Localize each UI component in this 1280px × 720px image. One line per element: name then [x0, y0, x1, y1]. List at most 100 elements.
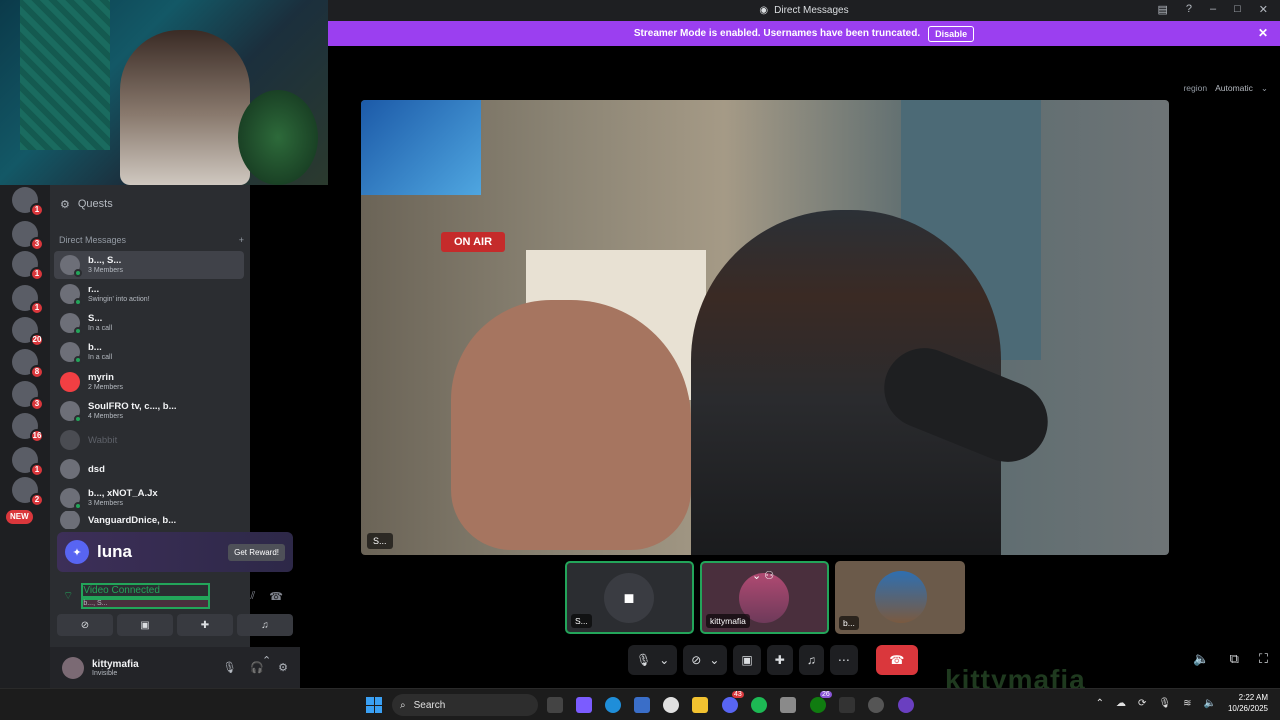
server-icon[interactable]: 1: [12, 187, 44, 217]
xbox-icon[interactable]: [810, 697, 826, 713]
screen-share-icon: ▣: [741, 653, 753, 667]
server-icon[interactable]: 2: [12, 477, 44, 507]
sync-icon[interactable]: ⟳: [1138, 698, 1146, 709]
server-icon[interactable]: 16: [12, 413, 44, 443]
spotify-icon[interactable]: [751, 697, 767, 713]
dm-subtitle: 2 Members: [88, 384, 124, 391]
promo-banner[interactable]: ✦ luna Get Reward!: [57, 532, 293, 572]
copilot-icon[interactable]: [576, 697, 592, 713]
dm-subtitle: In a call: [88, 325, 113, 332]
store-icon[interactable]: [634, 697, 650, 713]
start-button[interactable]: [366, 697, 382, 713]
date: 10/26/2025: [1227, 704, 1268, 713]
participant-tile[interactable]: ⌄ ⚇ kittymafia: [700, 561, 829, 634]
create-dm-icon[interactable]: +: [239, 235, 244, 245]
participant-label: kittymafia: [706, 614, 750, 628]
quests-label: Quests: [77, 198, 113, 210]
minimize-icon[interactable]: –: [1210, 3, 1216, 16]
region-value: Automatic: [1215, 83, 1253, 93]
inbox-icon[interactable]: ▤: [1157, 3, 1167, 16]
volume-icon[interactable]: 🔈: [1193, 651, 1209, 667]
hang-up-icon: ☎: [889, 653, 905, 667]
avatar: [60, 342, 82, 364]
settings-gear-icon[interactable]: ⚙: [278, 661, 288, 674]
camera-button[interactable]: ⊘ ⌄: [683, 645, 728, 675]
server-icon[interactable]: 1: [12, 285, 44, 315]
app-icon[interactable]: [868, 697, 884, 713]
chevron-up-icon[interactable]: ⌃: [1096, 698, 1104, 709]
xbox-badge: 26: [820, 691, 832, 698]
server-icon[interactable]: 1: [12, 447, 44, 477]
soundboard-button[interactable]: ♫: [798, 645, 824, 675]
discord-icon[interactable]: [722, 697, 738, 713]
disable-streamer-mode-button[interactable]: Disable: [928, 25, 975, 42]
notification-badge: 3: [30, 237, 44, 251]
dm-subtitle: 4 Members: [88, 413, 124, 420]
epic-games-icon[interactable]: [839, 697, 855, 713]
participant-avatar: [875, 571, 927, 623]
task-view-icon[interactable]: [547, 697, 563, 713]
participant-tile[interactable]: ■ S...: [565, 561, 694, 634]
server-icon[interactable]: 8: [12, 349, 44, 379]
dm-name: dsd: [88, 463, 105, 475]
online-status-icon: [74, 327, 82, 335]
region-selector[interactable]: region Automatic ⌄: [1183, 83, 1268, 94]
server-icon[interactable]: 1: [12, 251, 44, 281]
app-icon[interactable]: [898, 697, 914, 713]
file-explorer-icon[interactable]: [692, 697, 708, 713]
chevron-up-icon[interactable]: ⌃: [262, 654, 271, 667]
dm-item[interactable]: r... Swingin' into action!: [54, 280, 244, 308]
edge-icon[interactable]: [605, 697, 621, 713]
settings-icon[interactable]: [780, 697, 796, 713]
clock[interactable]: 2:22 AM 10/26/2025: [1228, 692, 1268, 714]
avatar: [60, 430, 80, 450]
acoustic-panel: [20, 0, 110, 150]
notification-badge: 1: [30, 203, 44, 217]
dm-item[interactable]: myrin 2 Members: [54, 368, 244, 396]
quests-link[interactable]: ⚙ Quests: [50, 193, 113, 215]
end-call-button[interactable]: ☎: [875, 645, 918, 675]
disconnect-icon[interactable]: ☎: [269, 590, 283, 603]
maximize-icon[interactable]: □: [1234, 3, 1241, 16]
avatar: [60, 255, 82, 277]
dm-item[interactable]: S... In a call: [54, 309, 244, 337]
fullscreen-icon[interactable]: ⛶: [1259, 651, 1268, 667]
server-icon[interactable]: 3: [12, 221, 44, 251]
more-options-button[interactable]: ⋯: [829, 645, 858, 675]
mute-button[interactable]: 🎙 ⌄: [628, 645, 678, 675]
dm-item[interactable]: b..., S... 3 Members: [54, 251, 244, 279]
server-icon[interactable]: 20: [12, 317, 44, 347]
server-icon[interactable]: 3: [12, 381, 44, 411]
online-status-icon: [74, 415, 82, 423]
video-user-label: S...: [367, 533, 393, 549]
notification-badge: 1: [30, 463, 44, 477]
activities-button[interactable]: ✚: [766, 645, 793, 675]
wifi-icon[interactable]: ≋: [1183, 698, 1191, 709]
luna-logo-icon: ✦: [65, 540, 89, 564]
app-icon[interactable]: [663, 697, 679, 713]
notification-badge: 3: [30, 397, 44, 411]
cloud-icon[interactable]: ☁: [1116, 698, 1126, 709]
dm-item[interactable]: SoulFRO tv, c..., b... 4 Members: [54, 397, 244, 425]
dm-item[interactable]: VanguardDnice, b...: [54, 511, 244, 529]
taskbar-search[interactable]: ⌕ Search: [392, 694, 538, 716]
notification-badge: 2: [30, 493, 44, 507]
microphone-icon[interactable]: 🎙: [1158, 698, 1171, 709]
main-video-stream[interactable]: ON AIR S...: [361, 100, 1169, 555]
participant-tile[interactable]: b...: [835, 561, 965, 634]
banner-close-icon[interactable]: ✕: [1258, 26, 1268, 40]
share-screen-button[interactable]: ▣: [733, 645, 761, 675]
tile-options-icon[interactable]: ⌄ ⚇: [752, 569, 774, 582]
dm-item[interactable]: b... In a call: [54, 338, 244, 366]
camera-off-icon: ⊘: [691, 653, 702, 667]
volume-icon[interactable]: 🔈: [1204, 698, 1216, 709]
close-icon[interactable]: ✕: [1259, 3, 1268, 16]
get-reward-button[interactable]: Get Reward!: [228, 543, 285, 561]
dm-item[interactable]: dsd: [54, 455, 244, 483]
help-icon[interactable]: ?: [1186, 3, 1192, 16]
dm-item[interactable]: Wabbit: [54, 426, 244, 454]
window-title: Direct Messages: [774, 5, 849, 16]
popout-icon[interactable]: ⧉: [1230, 651, 1239, 667]
noise-suppression-icon[interactable]: ⫽: [250, 590, 255, 603]
dm-item[interactable]: b..., xNOT_A.Jx 3 Members: [54, 484, 244, 512]
